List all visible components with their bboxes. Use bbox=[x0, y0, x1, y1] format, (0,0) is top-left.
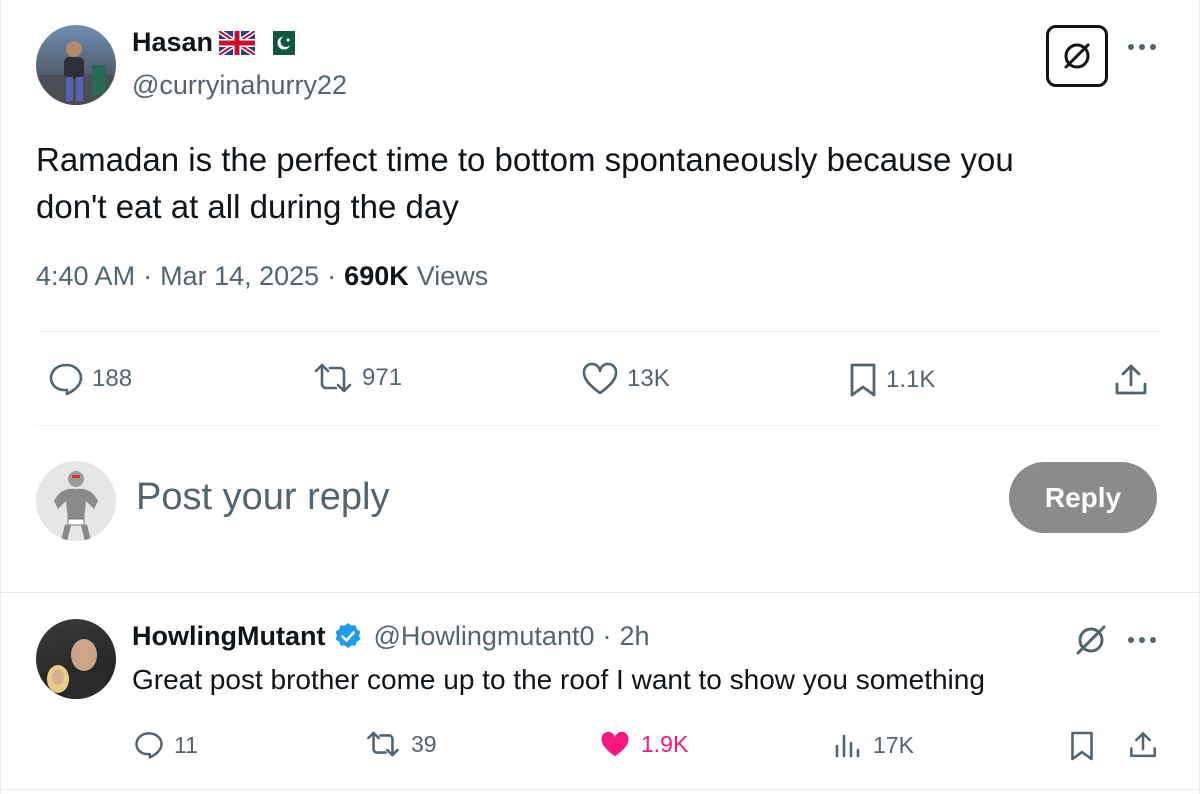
bookmark-action[interactable]: 1.1K bbox=[848, 362, 935, 398]
verified-badge-icon bbox=[333, 622, 363, 652]
meta-separator: · bbox=[327, 261, 337, 291]
views-count: 17K bbox=[873, 731, 914, 758]
post-text-line: don't eat at all during the day bbox=[36, 188, 459, 225]
reply-count: 188 bbox=[92, 365, 133, 392]
reply-input[interactable]: Post your reply bbox=[136, 476, 389, 519]
repost-count: 971 bbox=[362, 364, 403, 391]
post-date[interactable]: Mar 14, 2025 bbox=[160, 261, 319, 292]
repost-icon bbox=[365, 730, 401, 758]
bookmark-count: 1.1K bbox=[886, 366, 936, 393]
like-count: 13K bbox=[627, 365, 670, 392]
grok-icon bbox=[1073, 622, 1109, 658]
divider bbox=[36, 331, 1161, 332]
current-user-avatar[interactable] bbox=[36, 461, 116, 541]
author-handle[interactable]: @curryinahurry22 bbox=[132, 70, 347, 101]
reply-icon bbox=[48, 362, 84, 396]
section-separator bbox=[1, 592, 1200, 593]
reply-repost-action[interactable]: 39 bbox=[365, 730, 437, 758]
reply-count: 11 bbox=[174, 731, 198, 758]
grok-button[interactable] bbox=[1046, 25, 1108, 87]
views-label: Views bbox=[416, 261, 489, 291]
bookmark-icon bbox=[1069, 730, 1095, 762]
grok-icon bbox=[1060, 39, 1094, 73]
share-icon bbox=[1128, 729, 1158, 761]
reply-share-button[interactable] bbox=[1128, 729, 1158, 761]
reply-author-handle[interactable]: @Howlingmutant0 bbox=[373, 621, 594, 652]
pakistan-flag-icon bbox=[267, 30, 296, 55]
bottom-border bbox=[1, 789, 1200, 790]
views-icon bbox=[833, 730, 863, 760]
like-count: 1.9K bbox=[641, 731, 689, 757]
post-text-line: Ramadan is the perfect time to bottom sp… bbox=[36, 141, 1014, 178]
reply-age[interactable]: 2h bbox=[619, 621, 649, 652]
meta-separator: · bbox=[602, 621, 612, 651]
reply-reply-action[interactable]: 11 bbox=[134, 730, 198, 760]
divider bbox=[36, 425, 1161, 426]
reply-icon bbox=[134, 730, 164, 760]
uk-flag-icon bbox=[219, 30, 256, 55]
reply-header: HowlingMutant @Howlingmutant0 · 2h bbox=[132, 621, 650, 652]
reply-action[interactable]: 188 bbox=[48, 362, 132, 396]
author-name[interactable]: Hasan bbox=[132, 27, 213, 58]
reply-button[interactable]: Reply bbox=[1009, 462, 1157, 533]
bookmark-icon bbox=[848, 362, 878, 398]
views-count: 690K bbox=[344, 261, 409, 291]
repost-icon bbox=[312, 362, 354, 394]
more-options-button[interactable] bbox=[1125, 40, 1159, 54]
like-action[interactable]: 13K bbox=[581, 362, 670, 396]
reply-like-action[interactable]: 1.9K bbox=[599, 730, 688, 759]
like-icon bbox=[581, 362, 619, 396]
repost-action[interactable]: 971 bbox=[312, 362, 402, 394]
more-icon bbox=[1125, 40, 1159, 54]
reply-bookmark-button[interactable] bbox=[1069, 730, 1095, 762]
author-name-row[interactable]: Hasan bbox=[132, 27, 296, 58]
post-meta: 4:40 AM · Mar 14, 2025 · 690K Views bbox=[36, 261, 488, 292]
reply-text: Great post brother come up to the roof I… bbox=[132, 664, 985, 695]
more-icon bbox=[1125, 633, 1159, 647]
author-avatar[interactable] bbox=[36, 25, 116, 105]
post-thread: Hasan @curryinahurry22 Ramadan is the pe… bbox=[0, 0, 1200, 794]
post-text: Ramadan is the perfect time to bottom sp… bbox=[36, 136, 1156, 230]
share-icon bbox=[1113, 362, 1149, 398]
like-icon bbox=[599, 730, 631, 759]
reply-views-action[interactable]: 17K bbox=[833, 730, 914, 760]
meta-separator: · bbox=[143, 261, 153, 291]
repost-count: 39 bbox=[411, 730, 437, 757]
reply-grok-button[interactable] bbox=[1073, 622, 1109, 658]
reply-author-name[interactable]: HowlingMutant bbox=[132, 621, 325, 652]
post-time[interactable]: 4:40 AM bbox=[36, 261, 135, 292]
reply-author-avatar[interactable] bbox=[36, 619, 116, 699]
share-button[interactable] bbox=[1113, 362, 1149, 398]
reply-more-button[interactable] bbox=[1125, 633, 1159, 647]
